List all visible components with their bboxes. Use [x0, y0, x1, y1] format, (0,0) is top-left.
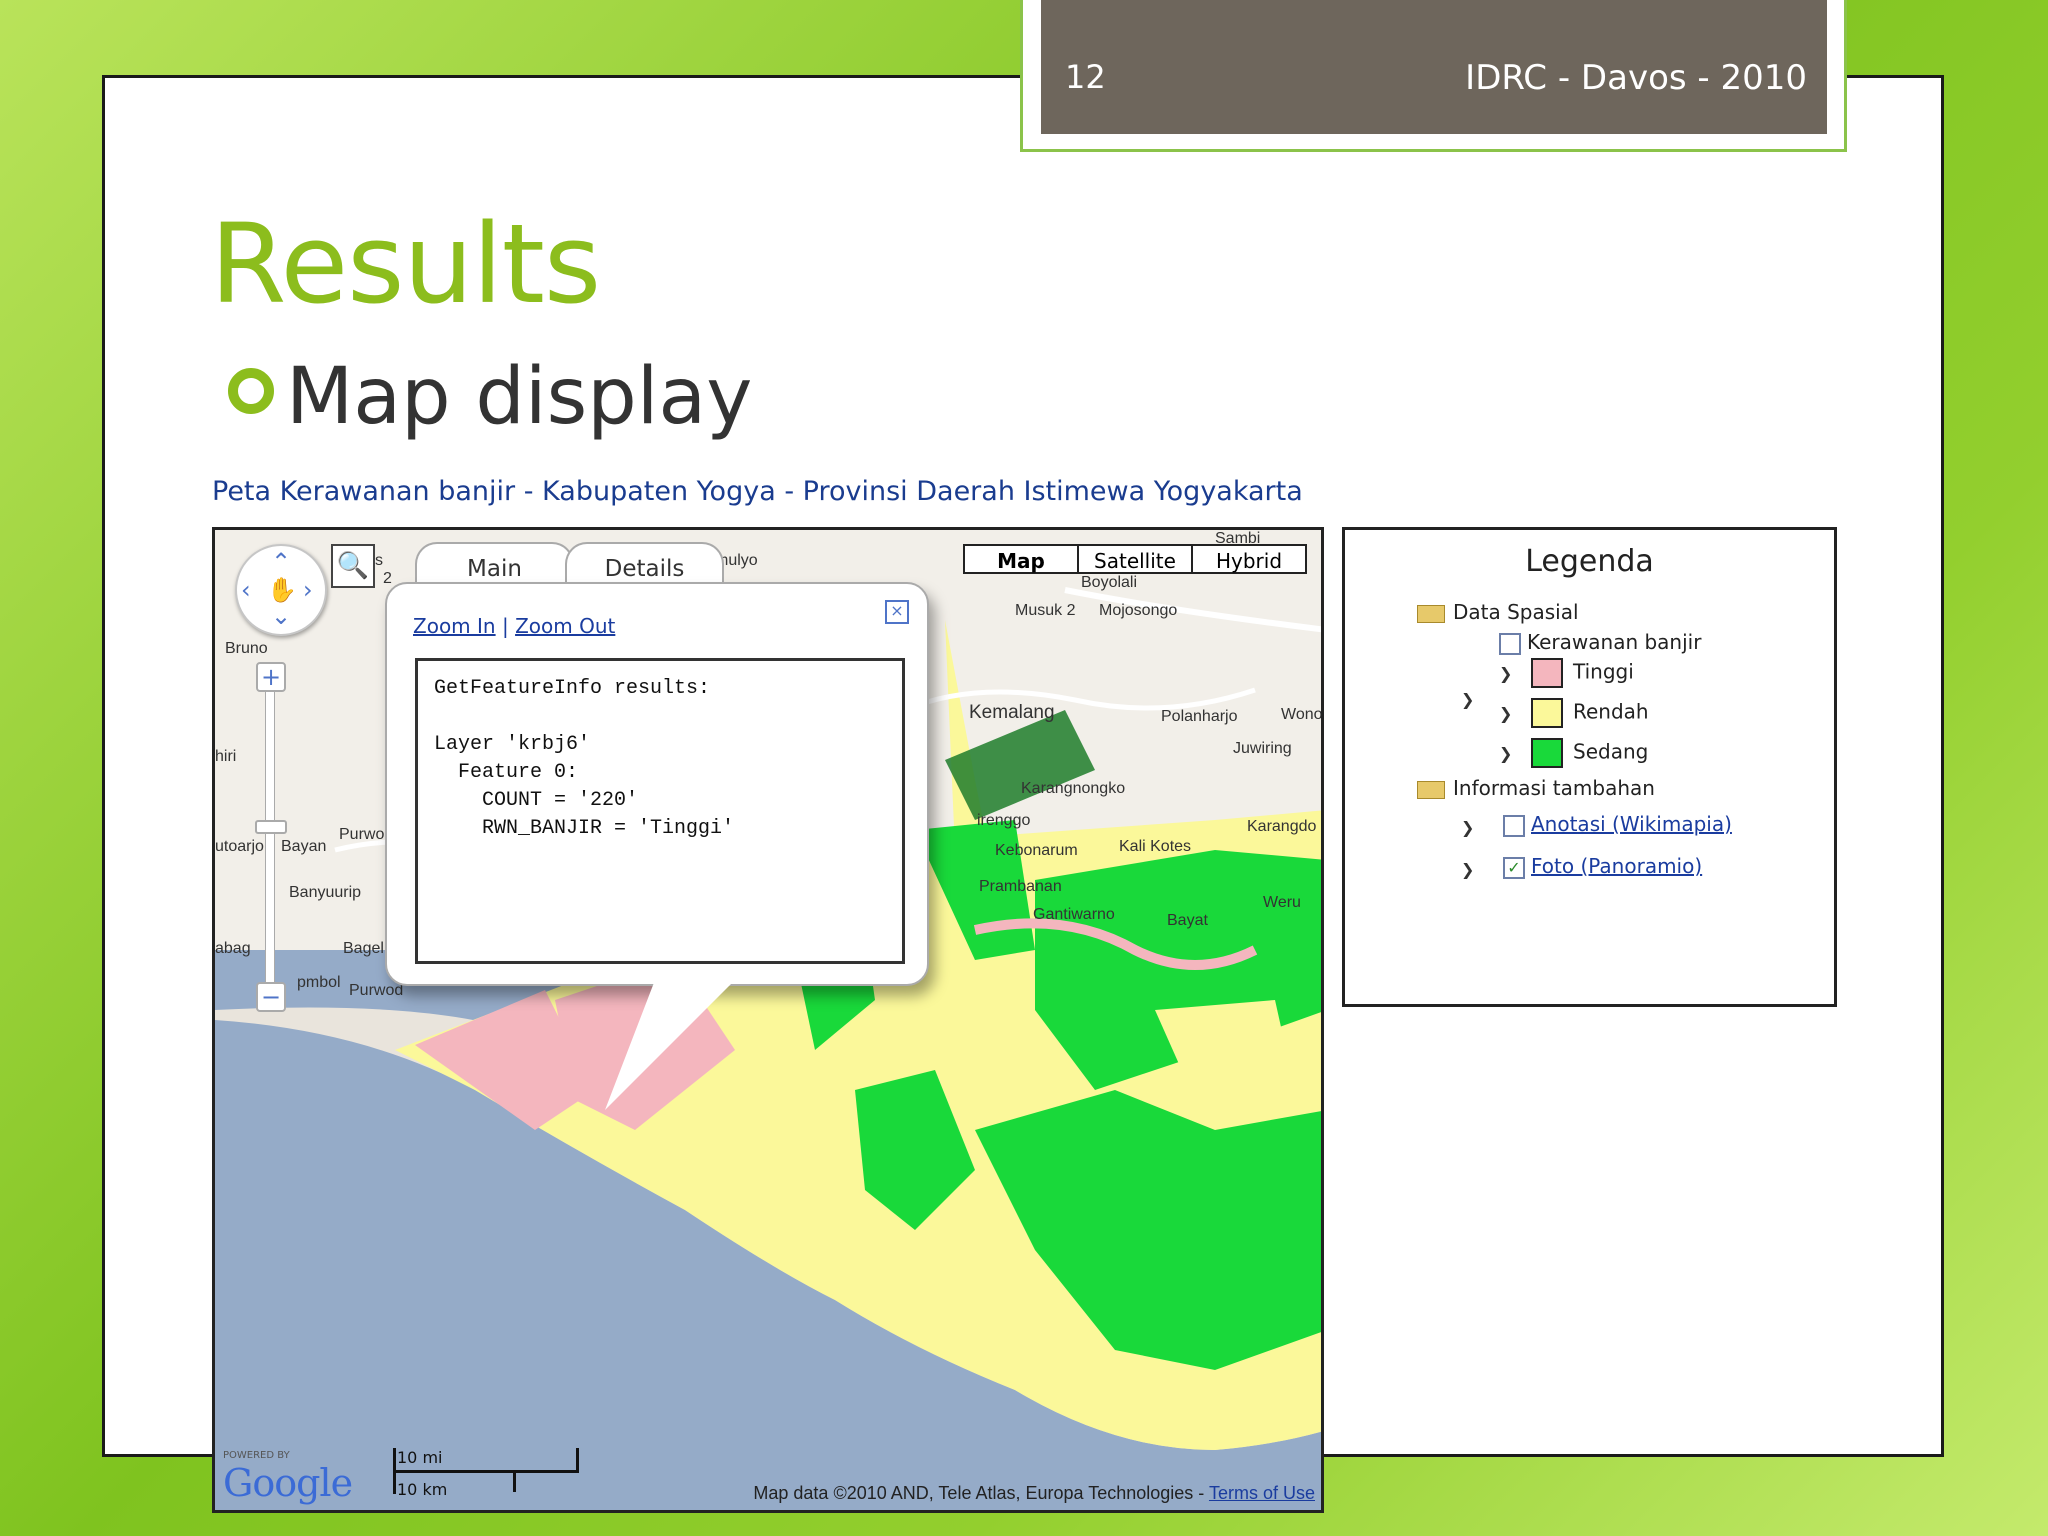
place-label: Polanharjo [1161, 708, 1238, 725]
place-label: irenggo [977, 812, 1031, 829]
pan-left-icon[interactable]: ‹ [241, 576, 251, 604]
close-icon[interactable]: × [885, 600, 909, 624]
foto-checkbox[interactable]: ✓ [1503, 856, 1525, 879]
pan-control[interactable]: ⌃ ‹ › ⌄ ✋ [235, 544, 327, 636]
place-label: hiri [215, 748, 237, 765]
legend-panel: Legenda Data Spasial Kerawanan banjir ❯ … [1342, 527, 1837, 1007]
layer-label: Kerawanan banjir [1527, 630, 1702, 654]
place-label: Purwo [339, 826, 385, 843]
place-label: Juwiring [1233, 740, 1292, 757]
folder-icon [1417, 780, 1445, 799]
place-label: Bagel [343, 940, 384, 957]
swatch-sedang [1531, 738, 1563, 768]
expand-arrow-icon[interactable]: ❯ [1461, 860, 1474, 879]
place-label: Musuk 2 [1015, 602, 1076, 619]
google-logo[interactable]: POWERED BY Google [223, 1450, 353, 1505]
group-label: Data Spasial [1453, 600, 1579, 624]
place-label: Banyuurip [289, 884, 362, 901]
place-label: Kali Kotes [1119, 838, 1192, 855]
expand-arrow-icon[interactable]: ❯ [1461, 818, 1474, 837]
feature-info-results: GetFeatureInfo results: Layer 'krbj6' Fe… [415, 658, 905, 964]
legend-group-informasi[interactable]: Informasi tambahan [1417, 776, 1655, 800]
info-popup: Zoom In | Zoom Out × GetFeatureInfo resu… [385, 582, 929, 986]
place-label: Prambanan [979, 878, 1062, 895]
maptype-hybrid-button[interactable]: Hybrid [1191, 544, 1307, 574]
place-label: Weru [1263, 894, 1301, 911]
place-label: Boyolali [1081, 574, 1138, 591]
expand-arrow-icon[interactable]: ❯ [1499, 704, 1512, 723]
hand-icon[interactable]: ✋ [267, 576, 297, 604]
legend-layer-kerawanan[interactable]: Kerawanan banjir [1499, 630, 1701, 655]
zoom-plus-button[interactable]: + [256, 662, 286, 692]
scale-km: 10 km [397, 1480, 448, 1499]
place-label: Sambi [1215, 530, 1261, 547]
place-label: utoarjo [215, 838, 264, 855]
zoom-in-link[interactable]: Zoom In [413, 614, 496, 638]
legend-class-sedang: Sedang [1531, 738, 1648, 768]
pan-down-icon[interactable]: ⌄ [271, 602, 291, 630]
pan-up-icon[interactable]: ⌃ [271, 548, 291, 576]
place-label: Bayat [1167, 912, 1208, 929]
expand-arrow-icon[interactable]: ❯ [1461, 690, 1474, 709]
anotasi-link[interactable]: Anotasi (Wikimapia) [1531, 812, 1732, 836]
legend-class-rendah: Rendah [1531, 698, 1649, 728]
place-label: Bayan [281, 838, 327, 855]
copyright-text: Map data ©2010 AND, Tele Atlas, Europa T… [753, 1483, 1205, 1503]
slide-title: Results [210, 200, 601, 328]
powered-by-label: POWERED BY [223, 1450, 290, 1461]
place-label: pmbol [297, 974, 341, 991]
map-viewport[interactable]: ⌃ ‹ › ⌄ ✋ 🔍 + − Map Satellite Hybrid Sam… [212, 527, 1324, 1513]
scale-bar: 10 mi 10 km [393, 1448, 583, 1499]
group-label: Informasi tambahan [1453, 776, 1655, 800]
foto-link[interactable]: Foto (Panoramio) [1531, 854, 1702, 878]
scale-miles: 10 mi [397, 1448, 443, 1467]
event-label: IDRC - Davos - 2010 [1465, 58, 1807, 98]
maptype-map-button[interactable]: Map [963, 544, 1079, 574]
map-copyright: Map data ©2010 AND, Tele Atlas, Europa T… [753, 1483, 1315, 1504]
anotasi-checkbox[interactable] [1503, 814, 1525, 837]
zoom-out-link[interactable]: Zoom Out [515, 614, 615, 638]
legend-class-tinggi: Tinggi [1531, 658, 1634, 688]
slide-number: 12 [1065, 58, 1106, 96]
legend-extra-anotasi[interactable]: Anotasi (Wikimapia) [1503, 812, 1732, 837]
popup-zoom-links: Zoom In | Zoom Out [413, 614, 615, 638]
zoom-minus-button[interactable]: − [256, 982, 286, 1012]
place-label: Purwod [349, 982, 404, 999]
place-label: Karangnongko [1021, 780, 1126, 797]
zoom-box-icon[interactable]: 🔍 [331, 544, 375, 588]
expand-arrow-icon[interactable]: ❯ [1499, 664, 1512, 683]
swatch-tinggi [1531, 658, 1563, 688]
class-label: Tinggi [1573, 659, 1634, 684]
map-title: Peta Kerawanan banjir - Kabupaten Yogya … [212, 476, 1303, 507]
zoom-slider-knob[interactable] [255, 820, 287, 834]
place-label: Bruno [225, 640, 268, 657]
class-label: Rendah [1573, 699, 1649, 724]
place-label: abag [215, 940, 251, 957]
place-label: Mojosongo [1099, 602, 1178, 619]
bullet-text: Map display [286, 352, 753, 442]
terms-of-use-link[interactable]: Terms of Use [1209, 1483, 1315, 1503]
maptype-satellite-button[interactable]: Satellite [1077, 544, 1193, 574]
pan-right-icon[interactable]: › [303, 576, 313, 604]
place-label: Kemalang [969, 702, 1055, 723]
place-label: s [375, 552, 383, 569]
class-label: Sedang [1573, 739, 1649, 764]
bullet-icon [228, 368, 274, 414]
popup-pointer [595, 980, 735, 1110]
google-wordmark: Google [223, 1461, 353, 1505]
expand-arrow-icon[interactable]: ❯ [1499, 744, 1512, 763]
place-label: Karangdo [1247, 818, 1317, 835]
layer-checkbox[interactable] [1499, 632, 1521, 655]
legend-extra-foto[interactable]: ✓ Foto (Panoramio) [1503, 854, 1702, 879]
legend-title: Legenda [1525, 544, 1654, 579]
link-separator: | [501, 614, 509, 638]
place-label: Wono [1281, 706, 1323, 723]
legend-group-data-spasial[interactable]: Data Spasial [1417, 600, 1579, 624]
place-label: Gantiwarno [1033, 906, 1115, 923]
folder-icon [1417, 604, 1445, 623]
swatch-rendah [1531, 698, 1563, 728]
slide-header: 12 IDRC - Davos - 2010 [1041, 0, 1827, 134]
place-label: Kebonarum [995, 842, 1078, 859]
place-label: 2 [383, 570, 392, 587]
